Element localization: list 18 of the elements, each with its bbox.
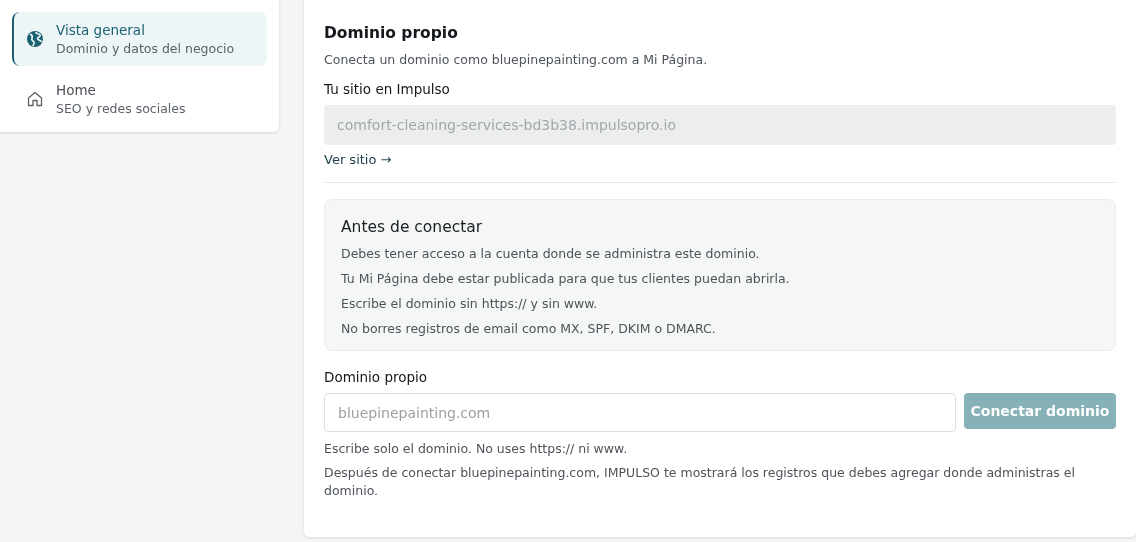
site-address-field: comfort-cleaning-services-bd3b38.impulsopro.io [324,105,1116,145]
field-label: Tu sitio en Impulso [324,81,451,97]
notice-text: Tu Mi Página debe estar publicada para que tus clientes puedan abrirla. [341,271,791,286]
field-label: Dominio propio [324,369,429,385]
section-description: Conecta un dominio como bluepinepainting.com a Mi Página. [324,52,709,67]
section-title: Dominio propio [324,24,459,42]
sidebar-item[interactable]: Vista general Dominio y datos del negocio [12,12,267,66]
hint-text: Escribe solo el dominio. No uses https:// ni www. [324,440,629,458]
hint-text: Después de conectar bluepinepainting.com, IMPULSO te mostrará los registros que debes agregar donde administras el dominio. [324,464,1076,500]
globe-icon [26,30,44,48]
domain-input-field[interactable]: bluepinepainting.com [324,393,956,432]
notice-title: Antes de conectar [341,218,484,236]
view-site-link[interactable]: Ver sitio → [324,152,392,167]
notice-text: No borres registros de email como MX, SPF, DKIM o DMARC. [341,321,717,336]
home-icon [26,90,44,108]
sidebar-item[interactable]: Home SEO y redes sociales [12,72,267,126]
notice-text: Escribe el dominio sin https:// y sin www. [341,296,599,311]
notice-text: Debes tener acceso a la cuenta donde se administra este dominio. [341,246,761,261]
